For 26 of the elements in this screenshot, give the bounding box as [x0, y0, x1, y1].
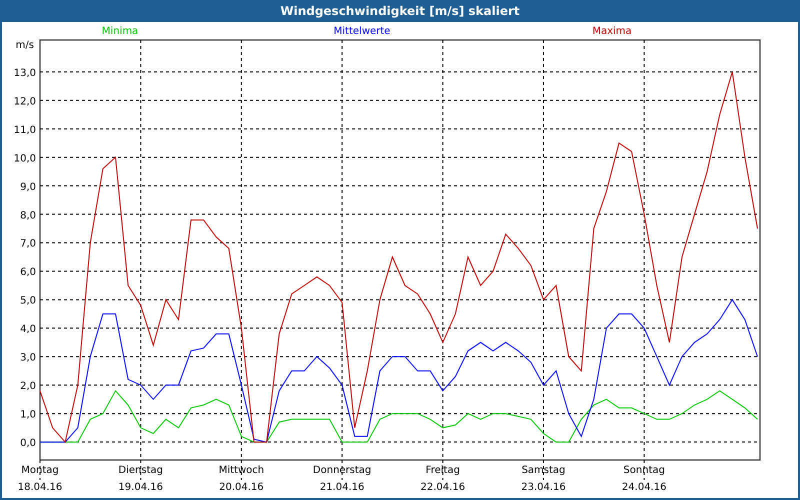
x-tick-label: Dienstag 19.04.16: [118, 464, 163, 493]
y-tick-label: 10,0: [14, 153, 36, 164]
legend-label: Minima: [102, 26, 138, 37]
y-tick-label: 7,0: [20, 238, 36, 250]
window-title: Windgeschwindigkeit [m/s] skaliert: [0, 0, 800, 22]
x-tick-label: Montag 18.04.16: [18, 464, 62, 493]
y-tick-label: 11,0: [14, 124, 36, 136]
x-tick-label: Samstag 23.04.16: [521, 464, 566, 493]
y-axis-unit: m/s: [16, 40, 34, 51]
y-tick-label: 3,0: [20, 352, 36, 364]
legend-label: Mittelwerte: [334, 26, 390, 37]
y-tick-label: 2,0: [20, 381, 36, 392]
y-tick-label: 0,0: [20, 438, 36, 449]
x-tick-label: Donnerstag 21.04.16: [312, 464, 372, 493]
x-tick-label: Sonntag 24.04.16: [622, 464, 666, 493]
y-tick-label: 6,0: [20, 267, 36, 278]
y-tick-label: 1,0: [20, 410, 36, 420]
y-tick-label: 12,0: [14, 96, 36, 108]
legend-label: Maxima: [592, 26, 632, 37]
y-tick-label: 9,0: [20, 182, 36, 193]
y-tick-label: 13,0: [14, 68, 36, 79]
y-tick-label: 8,0: [20, 210, 36, 222]
x-tick-label: Mittwoch 20.04.16: [218, 464, 264, 493]
y-tick-label: 4,0: [20, 324, 36, 336]
x-tick-label: Freitag 22.04.16: [420, 464, 466, 493]
y-tick-label: 5,0: [20, 296, 36, 307]
